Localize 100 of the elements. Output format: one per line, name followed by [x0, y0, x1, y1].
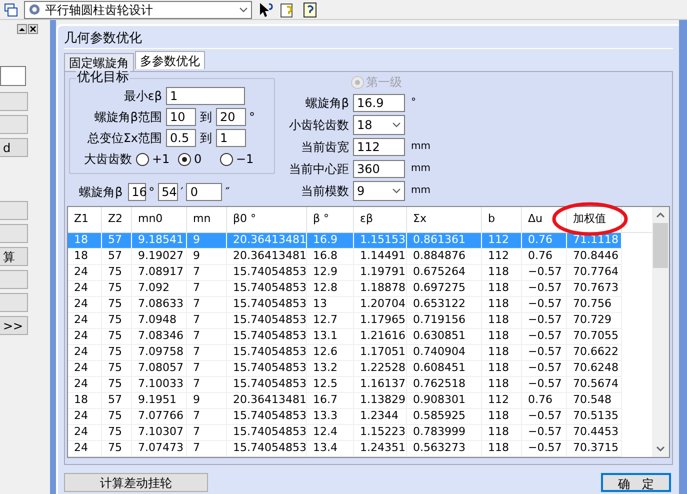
dialog-title: 几何参数优化: [64, 30, 143, 46]
table-cell: 70.6248: [567, 361, 622, 376]
table-cell: 15.74054853: [227, 281, 307, 296]
table-cell: 0.719156: [407, 313, 482, 328]
tab[interactable]: 多参数优化: [135, 51, 205, 69]
close-icon[interactable]: [28, 24, 38, 34]
table-cell: 118: [482, 265, 522, 280]
table-cell: 70.7673: [567, 281, 622, 296]
column-header[interactable]: β °: [307, 207, 354, 232]
input-field[interactable]: 1: [216, 129, 246, 147]
column-header[interactable]: mn: [187, 207, 227, 232]
column-header[interactable]: Δu: [522, 207, 567, 232]
radio-label: −1: [236, 151, 254, 168]
table-cell: 0.783999: [407, 425, 482, 440]
column-header[interactable]: Z1: [68, 207, 102, 232]
input-field[interactable]: 1: [166, 87, 245, 105]
table-row[interactable]: 24 75 7.0948 7 15.74054853 12.7 1.17965 0.719156 118 −0.57 70.729: [68, 313, 622, 329]
column-header[interactable]: β0 °: [227, 207, 307, 232]
dropdown[interactable]: 9: [353, 180, 405, 200]
table-cell: 1.19791: [354, 265, 407, 280]
table-cell: 0.740904: [407, 345, 482, 360]
table-cell: 75: [102, 329, 132, 344]
table-cell: 15.74054853: [227, 409, 307, 424]
radio-button[interactable]: [220, 152, 233, 166]
dropdown[interactable]: 18: [353, 114, 405, 134]
field-label: 螺旋角β: [79, 184, 124, 201]
table-cell: −0.57: [522, 441, 567, 456]
table-row[interactable]: 24 75 7.08057 7 15.74054853 13.2 1.22528 0.608451 118 −0.57 70.6248: [68, 361, 622, 377]
column-header[interactable]: εβ: [354, 207, 407, 232]
tab[interactable]: 固定螺旋角: [64, 53, 134, 71]
dropdown[interactable]: [0, 66, 26, 86]
table-cell: 7.0948: [132, 313, 187, 328]
table-cell: 24: [68, 361, 102, 376]
scrollbar[interactable]: [652, 207, 669, 457]
table-row[interactable]: 24 75 7.10033 7 15.74054853 12.5 1.16137 0.762518 118 −0.57 70.5674: [68, 377, 622, 393]
table-row[interactable]: 24 75 7.08346 7 15.74054853 13.1 1.21616 0.630851 118 −0.57 70.7055: [68, 329, 622, 345]
field-label: 当前中心距: [288, 160, 350, 178]
scroll-thumb[interactable]: [653, 223, 668, 268]
column-header[interactable]: mn0: [132, 207, 187, 232]
gear-icon: [28, 3, 41, 16]
help-icon[interactable]: [302, 2, 318, 18]
table-cell: 75: [102, 441, 132, 456]
input-field[interactable]: 54: [158, 183, 178, 201]
table-cell: 118: [482, 345, 522, 360]
table-cell: 118: [482, 361, 522, 376]
side-button[interactable]: d: [0, 138, 28, 157]
unit-label: ″: [225, 184, 230, 201]
table-cell: 1.21616: [354, 329, 407, 344]
column-header[interactable]: b: [482, 207, 522, 232]
table-cell: 7: [187, 265, 227, 280]
module-select[interactable]: 平行轴圆柱齿轮设计: [24, 0, 252, 18]
pointer-help-icon[interactable]: [258, 2, 274, 18]
table-cell: 24: [68, 425, 102, 440]
table-cell: 0.608451: [407, 361, 482, 376]
input-field[interactable]: 10: [166, 108, 196, 126]
table-row[interactable]: 24 75 7.07473 7 15.74054853 13.4 1.24351 0.563273 118 −0.57 70.3715: [68, 441, 622, 457]
input-field[interactable]: 20: [216, 108, 246, 126]
table-cell: 112: [482, 233, 522, 248]
input-field[interactable]: 0.5: [166, 129, 196, 147]
table-cell: 12.5: [307, 377, 354, 392]
table-row[interactable]: 24 75 7.09758 7 15.74054853 12.6 1.17051 0.740904 118 −0.57 70.6622: [68, 345, 622, 361]
table-cell: 70.3715: [567, 441, 622, 456]
table-cell: 1.24351: [354, 441, 407, 456]
table-row[interactable]: 18 57 9.1951 9 20.36413481 16.7 1.13829 0.908301 112 0.76 70.548: [68, 393, 622, 409]
table-cell: 7: [187, 409, 227, 424]
table-cell: 13.3: [307, 409, 354, 424]
table-row[interactable]: 24 75 7.10307 7 15.74054853 12.4 1.15223 0.783999 118 −0.57 70.4453: [68, 425, 622, 441]
table-cell: 70.7764: [567, 265, 622, 280]
table-cell: 24: [68, 409, 102, 424]
table-row[interactable]: 24 75 7.08633 7 15.74054853 13 1.20704 0.653122 118 −0.57 70.756: [68, 297, 622, 313]
column-header[interactable]: Σx: [407, 207, 482, 232]
table-cell: 0.884876: [407, 249, 482, 264]
table-cell: 15.74054853: [227, 361, 307, 376]
radio-button[interactable]: [178, 152, 191, 166]
table-cell: 75: [102, 361, 132, 376]
table-row[interactable]: 18 57 9.19027 9 20.36413481 16.8 1.14491 0.884876 112 0.76 70.8446: [68, 249, 622, 265]
table-row[interactable]: 24 75 7.092 7 15.74054853 12.8 1.18878 0.697275 118 −0.57 70.7673: [68, 281, 622, 297]
dialog-button[interactable]: 确 定: [601, 473, 671, 492]
radio-button[interactable]: [136, 152, 149, 166]
input-field[interactable]: 360: [353, 160, 405, 178]
table-cell: 18: [68, 249, 102, 264]
input-field[interactable]: 16.9: [353, 94, 405, 112]
table-cell: 7: [187, 281, 227, 296]
side-button[interactable]: 算: [0, 247, 28, 266]
table-cell: 1.15223: [354, 425, 407, 440]
side-button[interactable]: >>: [0, 316, 28, 335]
table-cell: 75: [102, 409, 132, 424]
scroll-up-icon[interactable]: [17, 24, 27, 34]
table-cell: 71.1118: [567, 233, 622, 248]
window-icon[interactable]: [4, 2, 18, 16]
table-cell: 15.74054853: [227, 377, 307, 392]
column-header[interactable]: Z2: [102, 207, 132, 232]
dialog-button[interactable]: 计算差动挂轮: [64, 473, 208, 492]
group-title: 优化目标: [76, 71, 130, 84]
table-row[interactable]: 24 75 7.08917 7 15.74054853 12.9 1.19791 0.675264 118 −0.57 70.7764: [68, 265, 622, 281]
input-field[interactable]: 0: [186, 183, 222, 201]
input-field[interactable]: 16: [128, 183, 146, 201]
input-field[interactable]: 112: [353, 138, 405, 156]
table-row[interactable]: 24 75 7.07766 7 15.74054853 13.3 1.2344 0.585925 118 −0.57 70.5135: [68, 409, 622, 425]
table-cell: 15.74054853: [227, 425, 307, 440]
